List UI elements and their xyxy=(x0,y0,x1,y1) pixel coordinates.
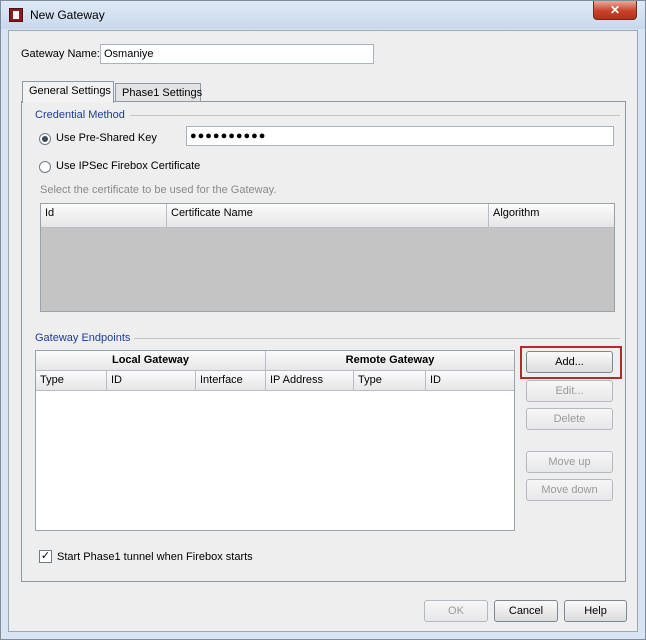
gateway-endpoints-title: Gateway Endpoints xyxy=(35,332,131,344)
credential-method-separator xyxy=(130,115,620,116)
local-gateway-header: Local Gateway xyxy=(36,351,266,371)
col-remote-ip-address[interactable]: IP Address xyxy=(266,371,354,391)
close-icon: ✕ xyxy=(609,3,621,17)
col-local-type[interactable]: Type xyxy=(36,371,107,391)
move-down-button[interactable]: Move down xyxy=(526,479,613,501)
remote-gateway-header: Remote Gateway xyxy=(266,351,514,371)
credential-method-title: Credential Method xyxy=(35,109,125,121)
gateway-endpoints-table[interactable]: Local Gateway Remote Gateway Type ID Int… xyxy=(35,350,515,531)
move-up-button[interactable]: Move up xyxy=(526,451,613,473)
close-button[interactable]: ✕ xyxy=(593,1,637,20)
delete-endpoint-button[interactable]: Delete xyxy=(526,408,613,430)
start-phase1-checkbox[interactable]: ✓ xyxy=(39,550,52,563)
gateway-name-label: Gateway Name: xyxy=(21,48,100,60)
firebox-certificate-label: Use IPSec Firebox Certificate xyxy=(56,160,201,172)
pre-shared-key-radio[interactable] xyxy=(39,133,51,145)
help-button[interactable]: Help xyxy=(564,600,627,622)
cert-col-name[interactable]: Certificate Name xyxy=(167,204,489,228)
col-remote-id[interactable]: ID xyxy=(426,371,514,391)
col-remote-type[interactable]: Type xyxy=(354,371,426,391)
cert-col-id[interactable]: Id xyxy=(41,204,167,228)
add-endpoint-button[interactable]: Add... xyxy=(526,351,613,373)
firebox-certificate-radio[interactable] xyxy=(39,161,51,173)
gateway-name-input[interactable]: Osmaniye xyxy=(100,44,374,64)
edit-endpoint-button[interactable]: Edit... xyxy=(526,380,613,402)
title-bar[interactable]: New Gateway ✕ xyxy=(1,1,645,29)
certificate-table[interactable]: Id Certificate Name Algorithm xyxy=(40,203,615,312)
cancel-button[interactable]: Cancel xyxy=(494,600,558,622)
cert-col-algorithm[interactable]: Algorithm xyxy=(489,204,614,228)
start-phase1-label: Start Phase1 tunnel when Firebox starts xyxy=(57,551,253,563)
gateway-endpoints-separator xyxy=(134,338,620,339)
general-settings-panel: Credential Method Use Pre-Shared Key ●●●… xyxy=(21,101,626,582)
checkmark-icon: ✓ xyxy=(40,550,51,562)
col-local-id[interactable]: ID xyxy=(107,371,196,391)
window-title: New Gateway xyxy=(30,8,105,22)
ok-button[interactable]: OK xyxy=(424,600,488,622)
pre-shared-key-label: Use Pre-Shared Key xyxy=(56,132,157,144)
app-icon xyxy=(9,8,23,22)
certificate-hint: Select the certificate to be used for th… xyxy=(40,184,277,196)
col-local-interface[interactable]: Interface xyxy=(196,371,266,391)
tab-general-settings[interactable]: General Settings xyxy=(22,81,114,103)
pre-shared-key-input[interactable]: ●●●●●●●●●● xyxy=(186,126,614,146)
tab-phase1-settings[interactable]: Phase1 Settings xyxy=(115,83,202,103)
new-gateway-window: New Gateway ✕ Gateway Name: Osmaniye Gen… xyxy=(0,0,646,640)
